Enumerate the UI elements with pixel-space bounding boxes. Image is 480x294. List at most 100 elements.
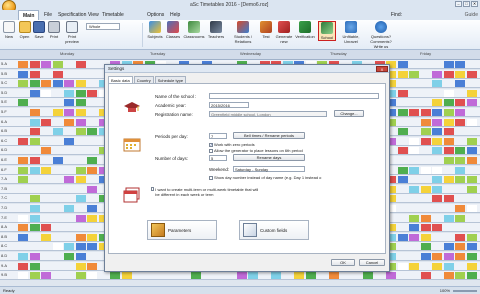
subjects-button[interactable]: Subjects [147, 21, 163, 39]
lesson-card[interactable] [75, 262, 86, 270]
lesson-card[interactable] [64, 253, 74, 260]
lesson-card[interactable] [455, 99, 465, 107]
lesson-card[interactable] [432, 185, 442, 193]
lesson-card[interactable] [29, 61, 40, 68]
tab-timetable[interactable]: Timetable [102, 12, 124, 18]
lesson-card[interactable] [455, 214, 465, 222]
lesson-card[interactable] [466, 147, 477, 155]
lesson-card[interactable] [443, 253, 454, 260]
lesson-card[interactable] [443, 109, 454, 116]
lesson-card[interactable] [432, 195, 442, 203]
tab-country[interactable]: Country [133, 76, 154, 83]
lesson-card[interactable] [75, 128, 86, 136]
lesson-card[interactable] [420, 166, 431, 174]
number-of-days-select[interactable]: 5 [209, 155, 227, 161]
lesson-card[interactable] [443, 137, 454, 145]
parameters-button[interactable]: Parameters [147, 220, 217, 240]
unfitable-button[interactable]: Unfitable, Unravel [340, 21, 362, 44]
lesson-card[interactable] [420, 253, 431, 260]
work-zero-periods-checkbox[interactable]: ✓ Work with zero periods [209, 142, 255, 147]
lesson-card[interactable] [18, 166, 28, 174]
lesson-card[interactable] [75, 61, 86, 68]
lesson-card[interactable] [443, 128, 454, 136]
lesson-card[interactable] [87, 262, 97, 270]
lesson-card[interactable] [443, 89, 454, 97]
tab-schedule-type[interactable]: Schedule type [154, 76, 187, 83]
lesson-card[interactable] [29, 128, 40, 136]
lesson-card[interactable] [443, 99, 454, 107]
lesson-card[interactable] [18, 80, 28, 88]
lesson-card[interactable] [432, 70, 442, 78]
lesson-card[interactable] [64, 109, 74, 116]
lesson-card[interactable] [52, 243, 63, 251]
verification-button[interactable]: Verification [295, 21, 315, 39]
lesson-card[interactable] [87, 185, 97, 193]
lesson-card[interactable] [443, 272, 454, 280]
lesson-card[interactable] [18, 214, 28, 222]
tab-options[interactable]: Options [147, 12, 164, 18]
classrooms-button[interactable]: Classrooms [183, 21, 205, 39]
weekend-select[interactable]: Saturday - Sunday [233, 166, 305, 172]
lesson-card[interactable] [466, 243, 477, 251]
lesson-card[interactable] [409, 214, 419, 222]
lesson-card[interactable] [466, 99, 477, 107]
lesson-card[interactable] [87, 89, 97, 97]
lesson-card[interactable] [466, 118, 477, 126]
lesson-card[interactable] [432, 176, 442, 184]
close-window-button[interactable]: ✕ [471, 1, 478, 7]
lesson-card[interactable] [52, 80, 63, 88]
lesson-card[interactable] [29, 214, 40, 222]
periods-per-day-select[interactable]: 7 [209, 133, 227, 139]
tab-file[interactable]: File [44, 12, 52, 18]
lesson-card[interactable] [41, 272, 51, 280]
lesson-card[interactable] [41, 166, 51, 174]
guide-link[interactable]: Guide [465, 12, 478, 18]
tab-help[interactable]: Help [170, 12, 180, 18]
view-select[interactable]: Whole [86, 23, 120, 30]
lesson-card[interactable] [64, 176, 74, 184]
lesson-card[interactable] [397, 128, 408, 136]
lesson-card[interactable] [29, 253, 40, 260]
lesson-card[interactable] [294, 272, 304, 280]
change-registration-button[interactable]: Change... [334, 110, 364, 117]
lesson-card[interactable] [397, 147, 408, 155]
lesson-card[interactable] [443, 214, 454, 222]
lesson-card[interactable] [420, 214, 431, 222]
lesson-card[interactable] [29, 166, 40, 174]
lesson-card[interactable] [29, 157, 40, 164]
lesson-card[interactable] [443, 147, 454, 155]
lesson-card[interactable] [409, 262, 419, 270]
lesson-card[interactable] [397, 233, 408, 241]
lesson-card[interactable] [18, 99, 28, 107]
lesson-card[interactable] [52, 61, 63, 68]
lesson-card[interactable] [455, 243, 465, 251]
lesson-card[interactable] [87, 128, 97, 136]
tab-main[interactable]: Main [18, 10, 40, 20]
lesson-card[interactable] [75, 166, 86, 174]
lesson-card[interactable] [75, 233, 86, 241]
lesson-card[interactable] [409, 233, 419, 241]
lesson-card[interactable] [455, 176, 465, 184]
lesson-card[interactable] [18, 137, 28, 145]
lesson-card[interactable] [18, 272, 28, 280]
lesson-card[interactable] [18, 262, 28, 270]
lesson-card[interactable] [409, 137, 419, 145]
lesson-card[interactable] [75, 253, 86, 260]
lesson-card[interactable] [41, 147, 51, 155]
cancel-button[interactable]: Cancel [359, 259, 385, 266]
lesson-card[interactable] [18, 176, 28, 184]
lesson-card[interactable] [420, 128, 431, 136]
lesson-card[interactable] [409, 109, 419, 116]
lesson-card[interactable] [443, 195, 454, 203]
lesson-card[interactable] [420, 185, 431, 193]
print-button[interactable]: Print [48, 21, 60, 39]
lesson-card[interactable] [64, 80, 74, 88]
lesson-card[interactable] [397, 176, 408, 184]
lesson-card[interactable] [409, 70, 419, 78]
lesson-card[interactable] [455, 157, 465, 164]
lesson-card[interactable] [455, 166, 465, 174]
ok-button[interactable]: OK [331, 259, 355, 266]
lesson-card[interactable] [64, 205, 74, 212]
lesson-card[interactable] [52, 70, 63, 78]
lesson-card[interactable] [455, 205, 465, 212]
